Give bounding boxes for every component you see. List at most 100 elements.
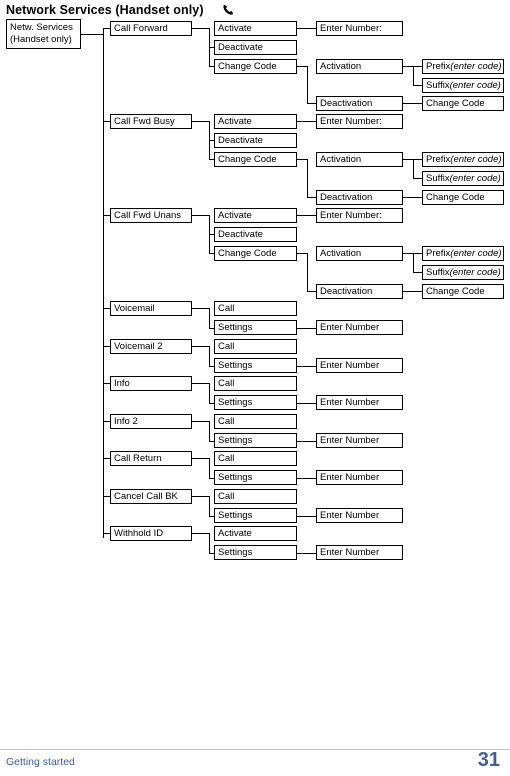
node-info-2-call[interactable]: Call [214, 414, 297, 429]
node-call-fwd-busy[interactable]: Call Fwd Busy [110, 114, 192, 129]
node-call-return-call[interactable]: Call [214, 451, 297, 466]
node-label: Activate [218, 527, 252, 539]
node-call-fwd-busy-prefix[interactable]: Prefix (enter code) [422, 152, 504, 167]
node-voicemail-settings[interactable]: Settings [214, 320, 297, 335]
node-label: Settings [218, 471, 253, 483]
node-info-settings[interactable]: Settings [214, 395, 297, 410]
connector [297, 28, 316, 29]
node-withhold-id-enter-number[interactable]: Enter Number [316, 545, 403, 560]
connector [403, 197, 422, 198]
node-label: Settings [218, 434, 253, 446]
node-call-forward-suffix[interactable]: Suffix (enter code) [422, 78, 504, 93]
node-call-fwd-busy-enter-number[interactable]: Enter Number: [316, 114, 403, 129]
node-label: Change Code [218, 60, 277, 72]
node-voicemail[interactable]: Voicemail [110, 301, 192, 316]
node-call-fwd-unans-deactivate[interactable]: Deactivate [214, 227, 297, 242]
node-label: Enter Number [320, 509, 380, 521]
node-cancel-call-bk-enter-number[interactable]: Enter Number [316, 508, 403, 523]
node-call-fwd-busy-change-code[interactable]: Change Code [214, 152, 297, 167]
node-call-fwd-unans-activation[interactable]: Activation [316, 246, 403, 261]
node-call-fwd-unans-enter-number[interactable]: Enter Number: [316, 208, 403, 223]
node-label-hint: (enter code) [449, 266, 501, 278]
node-call-forward-deact-change-code[interactable]: Change Code [422, 96, 504, 111]
node-info-call[interactable]: Call [214, 376, 297, 391]
connector [297, 403, 316, 404]
node-voicemail-call[interactable]: Call [214, 301, 297, 316]
connector [297, 553, 316, 554]
node-call-forward-deactivation[interactable]: Deactivation [316, 96, 403, 111]
connector [413, 66, 422, 67]
connector [103, 383, 110, 384]
node-call-fwd-busy-activation[interactable]: Activation [316, 152, 403, 167]
node-label: Enter Number [320, 396, 380, 408]
node-call-return-settings[interactable]: Settings [214, 470, 297, 485]
node-label: Activate [218, 115, 252, 127]
node-withhold-id-settings[interactable]: Settings [214, 545, 297, 560]
connector [297, 366, 316, 367]
node-label: Enter Number: [320, 115, 382, 127]
node-withhold-id-activate[interactable]: Activate [214, 526, 297, 541]
node-label: Deactivation [320, 285, 373, 297]
node-call-forward-activate[interactable]: Activate [214, 21, 297, 36]
connector [192, 346, 209, 347]
node-label: Call [218, 490, 235, 502]
node-voicemail-enter-number[interactable]: Enter Number [316, 320, 403, 335]
node-cancel-call-bk-settings[interactable]: Settings [214, 508, 297, 523]
node-info-2-enter-number[interactable]: Enter Number [316, 433, 403, 448]
node-label: Change Code [426, 97, 485, 109]
node-label-hint: (enter code) [450, 60, 502, 72]
node-call-fwd-unans-activate[interactable]: Activate [214, 208, 297, 223]
node-call-forward-prefix[interactable]: Prefix (enter code) [422, 59, 504, 74]
node-info-2[interactable]: Info 2 [110, 414, 192, 429]
node-info[interactable]: Info [110, 376, 192, 391]
connector [413, 159, 414, 178]
page-title: Network Services (Handset only) [6, 3, 204, 17]
node-call-return-enter-number[interactable]: Enter Number [316, 470, 403, 485]
node-cancel-call-bk[interactable]: Cancel Call BK [110, 489, 192, 504]
node-call-forward-enter-number[interactable]: Enter Number: [316, 21, 403, 36]
connector [192, 215, 209, 216]
node-call-forward[interactable]: Call Forward [110, 21, 192, 36]
node-call-fwd-busy-deactivate[interactable]: Deactivate [214, 133, 297, 148]
node-label-hint: (enter code) [450, 153, 502, 165]
connector [413, 253, 422, 254]
node-call-forward-deactivate[interactable]: Deactivate [214, 40, 297, 55]
node-label: Call [218, 377, 235, 389]
node-cancel-call-bk-call[interactable]: Call [214, 489, 297, 504]
node-call-return[interactable]: Call Return [110, 451, 192, 466]
node-info-enter-number[interactable]: Enter Number [316, 395, 403, 410]
connector [192, 383, 209, 384]
node-label: Prefix [426, 60, 451, 72]
node-call-fwd-unans-deact-change-code[interactable]: Change Code [422, 284, 504, 299]
phone-handset-icon [223, 5, 233, 15]
node-voicemail-2[interactable]: Voicemail 2 [110, 339, 192, 354]
node-call-fwd-unans-deactivation[interactable]: Deactivation [316, 284, 403, 299]
node-label: Enter Number: [320, 22, 382, 34]
connector [307, 103, 316, 104]
node-call-fwd-unans-change-code[interactable]: Change Code [214, 246, 297, 261]
node-label-hint: (enter code) [450, 247, 502, 259]
node-call-forward-change-code[interactable]: Change Code [214, 59, 297, 74]
node-call-fwd-busy-deact-change-code[interactable]: Change Code [422, 190, 504, 205]
node-voicemail-2-settings[interactable]: Settings [214, 358, 297, 373]
node-call-fwd-busy-deactivation[interactable]: Deactivation [316, 190, 403, 205]
node-label: Call Fwd Busy [114, 115, 175, 127]
node-root[interactable]: Netw. Services (Handset only) [6, 19, 81, 49]
node-withhold-id[interactable]: Withhold ID [110, 526, 192, 541]
node-call-fwd-busy-activate[interactable]: Activate [214, 114, 297, 129]
connector [103, 28, 110, 29]
connector [413, 272, 422, 273]
connector [297, 66, 307, 67]
node-call-forward-activation[interactable]: Activation [316, 59, 403, 74]
node-call-fwd-unans-suffix[interactable]: Suffix (enter code) [422, 265, 504, 280]
connector [413, 253, 414, 272]
node-info-2-settings[interactable]: Settings [214, 433, 297, 448]
node-call-fwd-busy-suffix[interactable]: Suffix (enter code) [422, 171, 504, 186]
node-call-fwd-unans[interactable]: Call Fwd Unans [110, 208, 192, 223]
node-label: Suffix [426, 266, 450, 278]
root-label-line2: (Handset only) [10, 34, 72, 45]
node-voicemail-2-call[interactable]: Call [214, 339, 297, 354]
connector [403, 159, 413, 160]
node-call-fwd-unans-prefix[interactable]: Prefix (enter code) [422, 246, 504, 261]
node-voicemail-2-enter-number[interactable]: Enter Number [316, 358, 403, 373]
